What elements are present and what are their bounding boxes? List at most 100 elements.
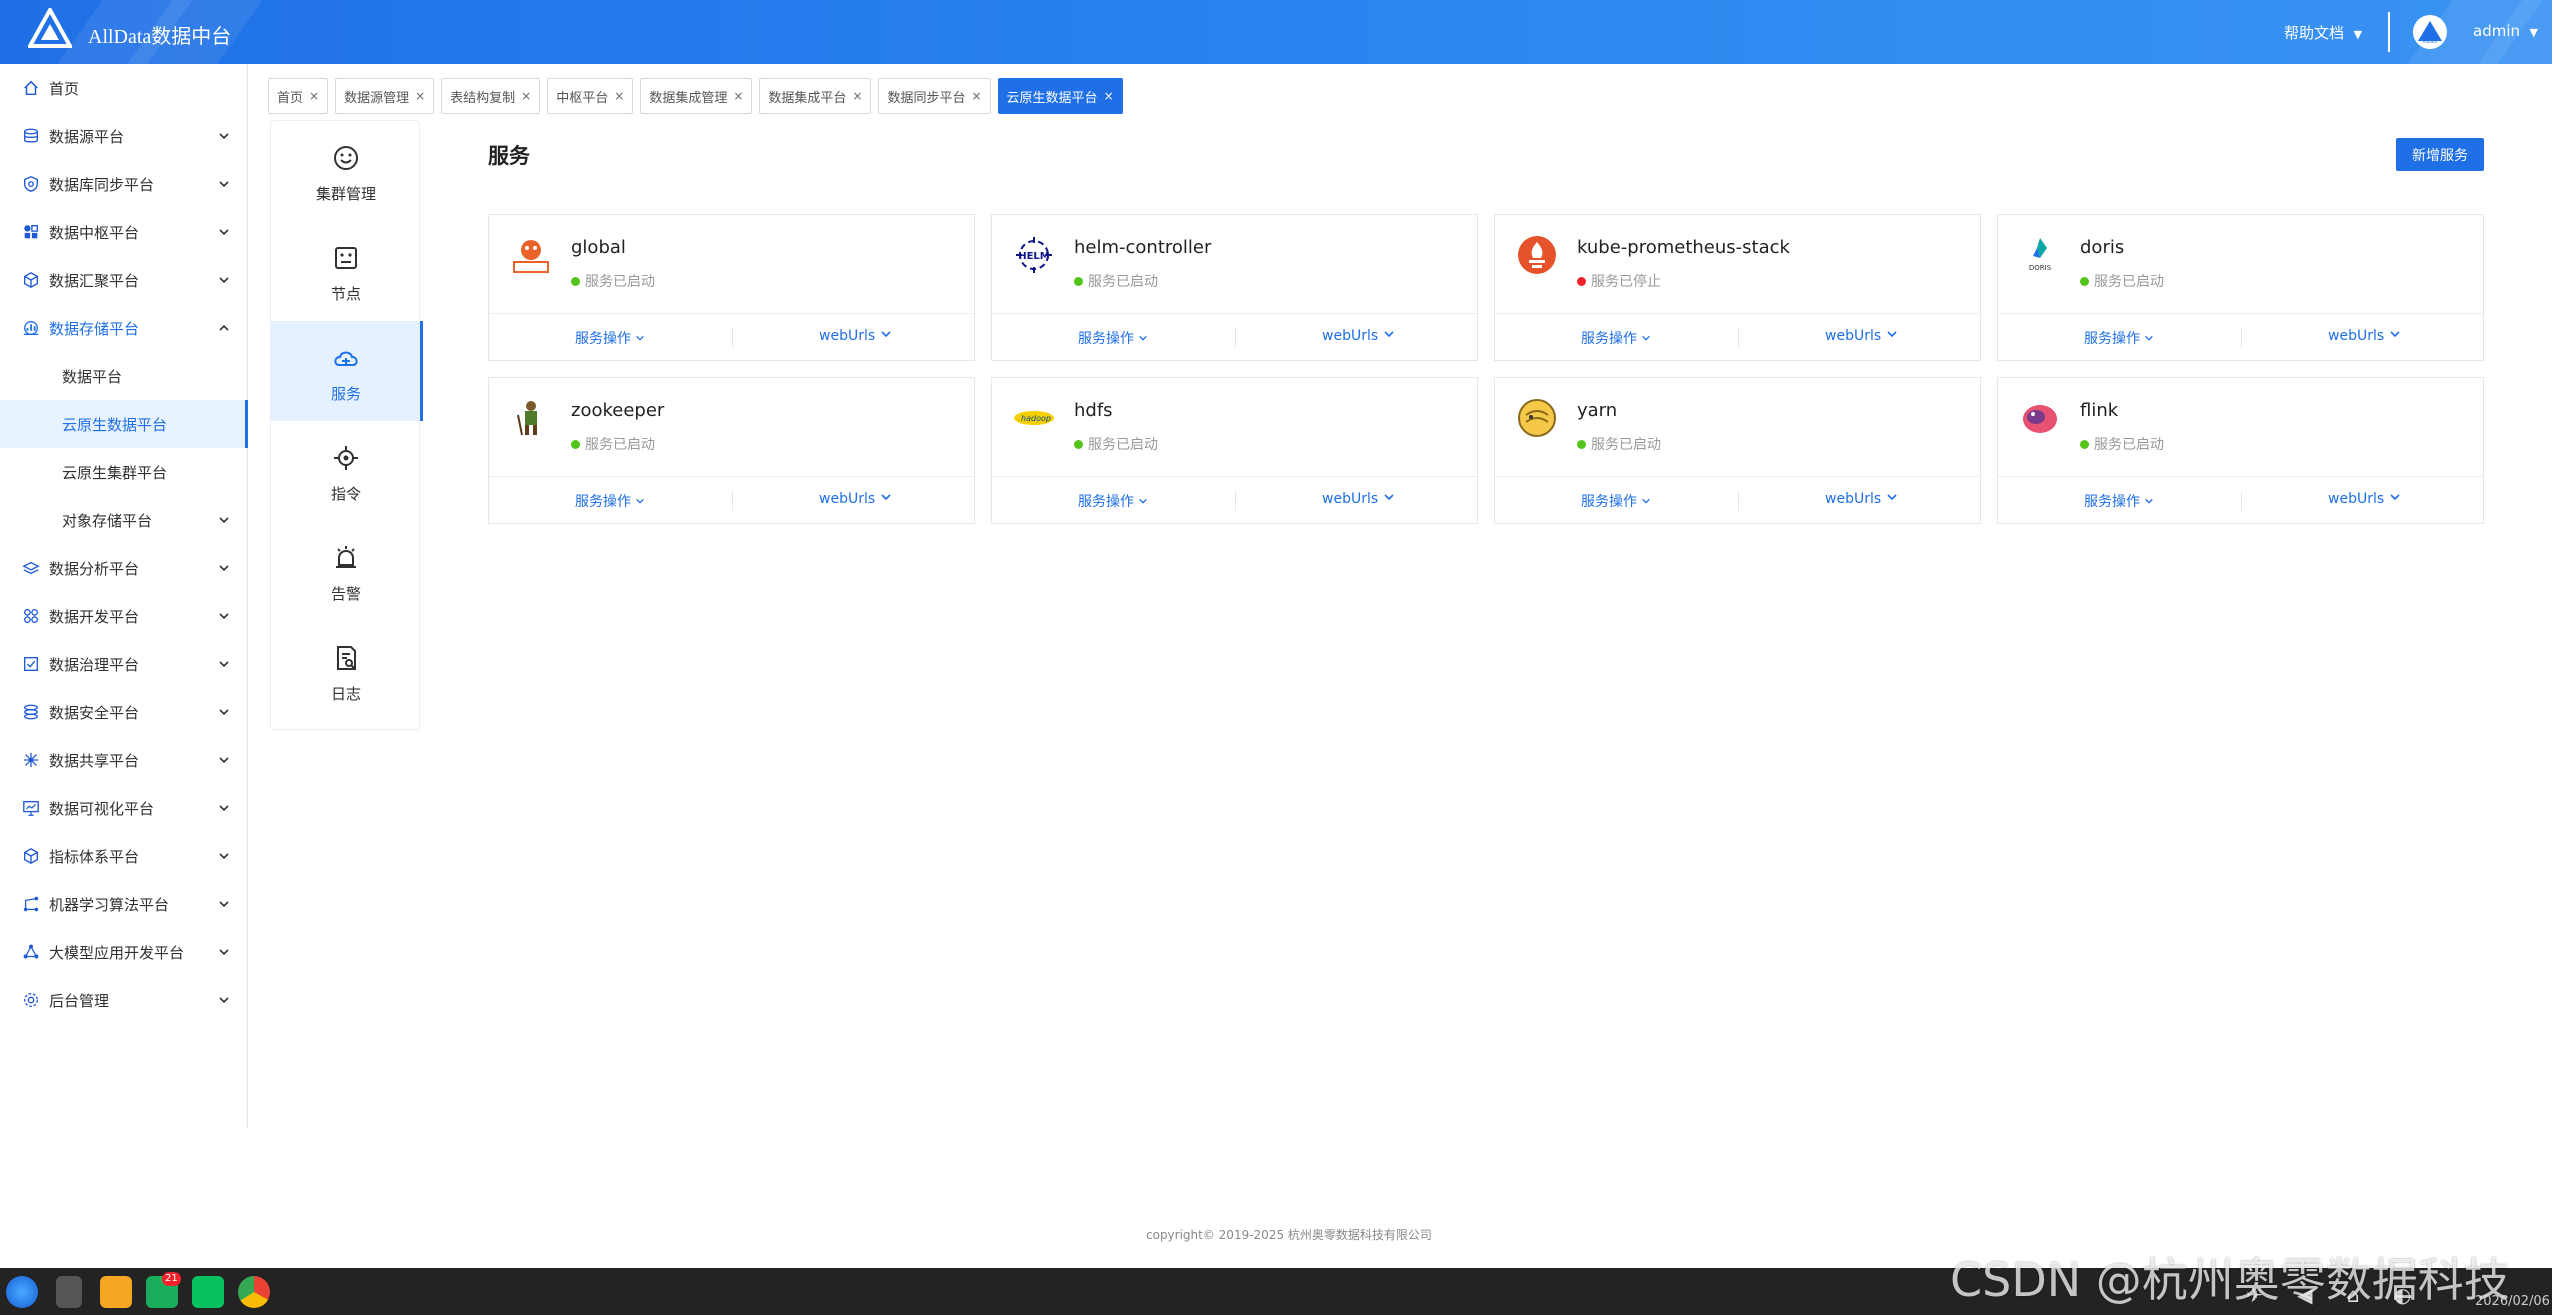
sidebar-item[interactable]: 数据库同步平台 [0,160,248,208]
sidebar-item[interactable]: 数据开发平台 [0,592,248,640]
tab[interactable]: 数据源管理 × [335,78,435,114]
weburls-dropdown[interactable]: webUrls [819,491,892,507]
sidebar-item[interactable]: 数据安全平台 [0,688,248,736]
chevron-down-icon [219,661,229,668]
stack-icon [24,704,38,720]
subnav-item[interactable]: 集群管理 [271,121,421,221]
service-ops-dropdown[interactable]: 服务操作 [2084,491,2154,511]
weburls-label: webUrls [819,328,876,344]
tab[interactable]: 云原生数据平台 × [997,78,1123,114]
subnav-item[interactable]: 节点 [271,221,421,321]
sidebar-item[interactable]: 数据共享平台 [0,736,248,784]
service-card[interactable]: yarn 服务已启动 服务操作 webUrls [1494,377,1981,524]
tab[interactable]: 数据集成管理 × [640,78,753,114]
close-icon[interactable]: × [614,89,624,103]
sidebar-item[interactable]: 对象存储平台 [0,496,248,544]
chevron-down-icon [219,997,229,1004]
sidebar-item[interactable]: 机器学习算法平台 [0,880,248,928]
launcher-icon[interactable] [6,1276,38,1308]
hadoop-logo-icon: hadoop [1012,396,1056,440]
service-card[interactable]: kube-prometheus-stack 服务已停止 服务操作 webUrls [1494,214,1981,361]
service-ops-label: 服务操作 [2084,494,2140,510]
user-menu[interactable]: admin ▼ [2473,22,2538,40]
avatar[interactable]: AllData [2413,15,2447,49]
sidebar-item-label: 数据库同步平台 [49,175,155,194]
close-icon[interactable]: × [733,89,743,103]
status-badge: 服务已启动 [1577,434,1661,454]
tab[interactable]: 首页 × [268,78,329,114]
subnav-item[interactable]: 指令 [271,421,421,521]
tab[interactable]: 数据集成平台 × [759,78,872,114]
subnav-item[interactable]: 服务 [271,321,423,421]
service-card[interactable]: DORIS doris 服务已启动 服务操作 webUrls [1997,214,2484,361]
helm-logo-text: HELM [1018,251,1050,262]
weburls-dropdown[interactable]: webUrls [2328,328,2401,344]
avatar-text: AllData [2423,39,2438,44]
chevron-down-icon [1384,494,1394,501]
service-card[interactable]: global 服务已启动 服务操作 webUrls [488,214,975,361]
sidebar-item-label: 大模型应用开发平台 [49,943,185,962]
chevron-down-icon [219,805,229,812]
close-icon[interactable]: × [971,89,981,103]
sidebar-item[interactable]: 首页 [0,64,248,112]
service-ops-dropdown[interactable]: 服务操作 [2084,328,2154,348]
sidebar-item[interactable]: 指标体系平台 [0,832,248,880]
alldata-logo-icon[interactable] [28,8,72,48]
service-ops-dropdown[interactable]: 服务操作 [1078,491,1148,511]
sidebar-item-label: 云原生数据平台 [62,415,168,434]
sidebar-item-label: 数据治理平台 [49,655,140,674]
subnav-item[interactable]: 日志 [271,621,421,721]
tab[interactable]: 表结构复制 × [441,78,541,114]
subnav-item[interactable]: 告警 [271,521,421,621]
service-card[interactable]: zookeeper 服务已启动 服务操作 webUrls [488,377,975,524]
sidebar-item[interactable]: 数据中枢平台 [0,208,248,256]
wechat-icon[interactable] [192,1276,224,1308]
tab[interactable]: 数据同步平台 × [878,78,991,114]
sidebar-item[interactable]: 后台管理 [0,976,248,1024]
chevron-down-icon [219,565,229,572]
service-card[interactable]: HELM helm-controller 服务已启动 服务操作 webUrls [991,214,1478,361]
sidebar-item[interactable]: 数据可视化平台 [0,784,248,832]
close-icon[interactable]: × [852,89,862,103]
tab[interactable]: 中枢平台 × [547,78,634,114]
sidebar-item[interactable]: 数据源平台 [0,112,248,160]
close-icon[interactable]: × [309,89,319,103]
chrome-icon[interactable] [238,1276,270,1308]
sidebar-item[interactable]: 云原生数据平台 [0,400,248,448]
weburls-dropdown[interactable]: webUrls [819,328,892,344]
weburls-dropdown[interactable]: webUrls [1825,328,1898,344]
service-ops-dropdown[interactable]: 服务操作 [1581,491,1651,511]
chevron-down-icon: ▼ [2529,26,2539,39]
service-ops-dropdown[interactable]: 服务操作 [575,328,645,348]
service-ops-dropdown[interactable]: 服务操作 [575,491,645,511]
weburls-dropdown[interactable]: webUrls [1322,328,1395,344]
service-ops-dropdown[interactable]: 服务操作 [1581,328,1651,348]
sidebar-item[interactable]: 数据存储平台 [0,304,248,352]
close-icon[interactable]: × [1104,89,1114,103]
service-card[interactable]: flink 服务已启动 服务操作 webUrls [1997,377,2484,524]
add-service-button[interactable]: 新增服务 [2396,138,2484,171]
chevron-down-icon [219,853,229,860]
app-icon[interactable] [100,1276,132,1308]
task-view-icon[interactable] [56,1276,82,1308]
chevron-down-icon [219,949,229,956]
weburls-dropdown[interactable]: webUrls [1825,491,1898,507]
close-icon[interactable]: × [521,89,531,103]
sidebar-item[interactable]: 数据汇聚平台 [0,256,248,304]
weburls-dropdown[interactable]: webUrls [2328,491,2401,507]
status-text: 服务已启动 [2094,274,2164,290]
service-ops-dropdown[interactable]: 服务操作 [1078,328,1148,348]
sidebar-item[interactable]: 数据治理平台 [0,640,248,688]
status-badge: 服务已启动 [2080,271,2164,291]
sidebar-item[interactable]: 数据平台 [0,352,248,400]
weburls-dropdown[interactable]: webUrls [1322,491,1395,507]
status-text: 服务已停止 [1591,274,1661,290]
help-docs-menu[interactable]: 帮助文档 ▼ [2284,22,2362,43]
sidebar-item[interactable]: 云原生集群平台 [0,448,248,496]
sidebar-item-label: 数据平台 [62,367,123,386]
sidebar-item[interactable]: 数据分析平台 [0,544,248,592]
service-card[interactable]: hadoop hdfs 服务已启动 服务操作 webUrls [991,377,1478,524]
close-icon[interactable]: × [415,89,425,103]
sidebar-item[interactable]: 大模型应用开发平台 [0,928,248,976]
status-badge: 服务已启动 [2080,434,2164,454]
